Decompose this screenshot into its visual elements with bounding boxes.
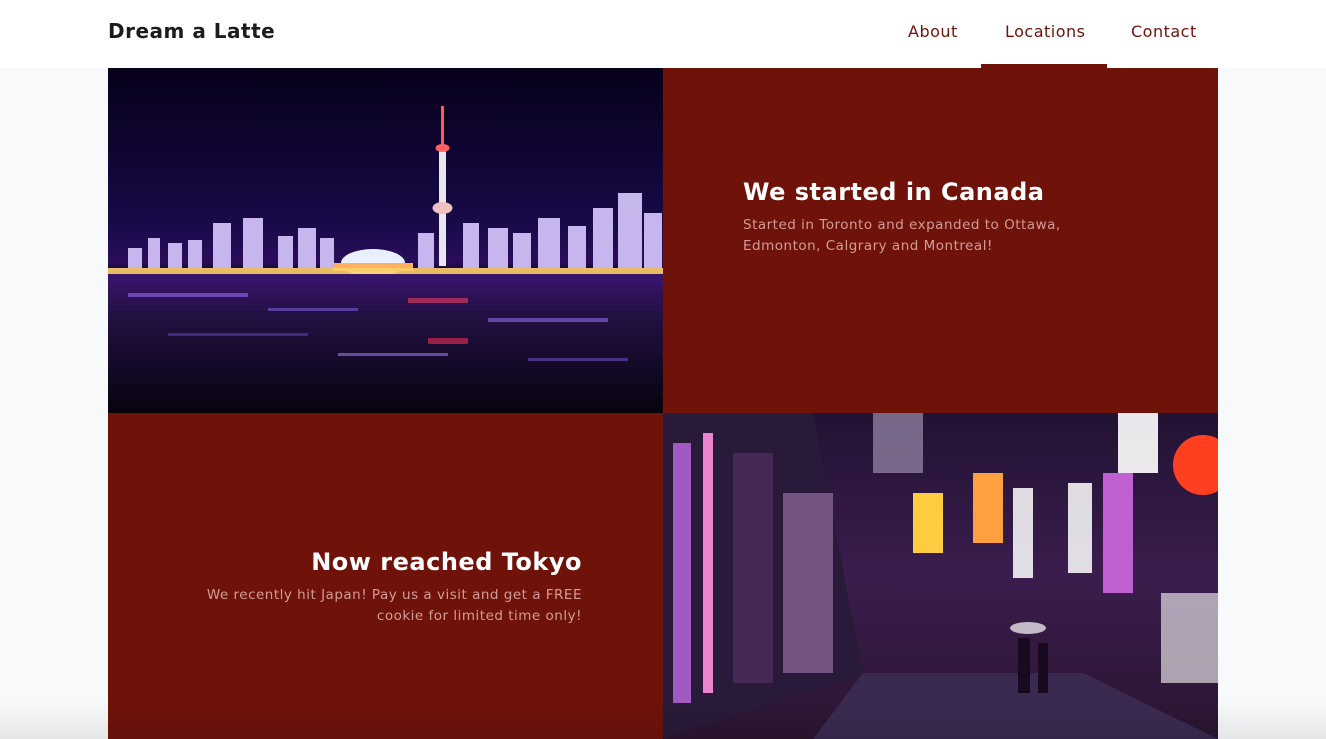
toronto-night-skyline-image [108, 68, 663, 413]
tokyo-info-panel: Now reached Tokyo We recently hit Japan!… [108, 413, 663, 739]
canada-heading: We started in Canada [743, 178, 1045, 206]
canada-description: Started in Toronto and expanded to Ottaw… [743, 217, 1061, 254]
brand-logo[interactable]: Dream a Latte [108, 19, 275, 43]
navbar: Dream a Latte About Locations Contact [0, 0, 1326, 68]
nav-link-locations[interactable]: Locations [1005, 22, 1086, 41]
nav-link-about[interactable]: About [908, 22, 958, 41]
canada-info-panel: We started in Canada Started in Toronto … [663, 68, 1218, 413]
tokyo-description: We recently hit Japan! Pay us a visit an… [206, 587, 582, 624]
nav-link-contact[interactable]: Contact [1131, 22, 1197, 41]
tokyo-heading: Now reached Tokyo [311, 548, 582, 576]
tokyo-neon-street-image [663, 413, 1218, 739]
